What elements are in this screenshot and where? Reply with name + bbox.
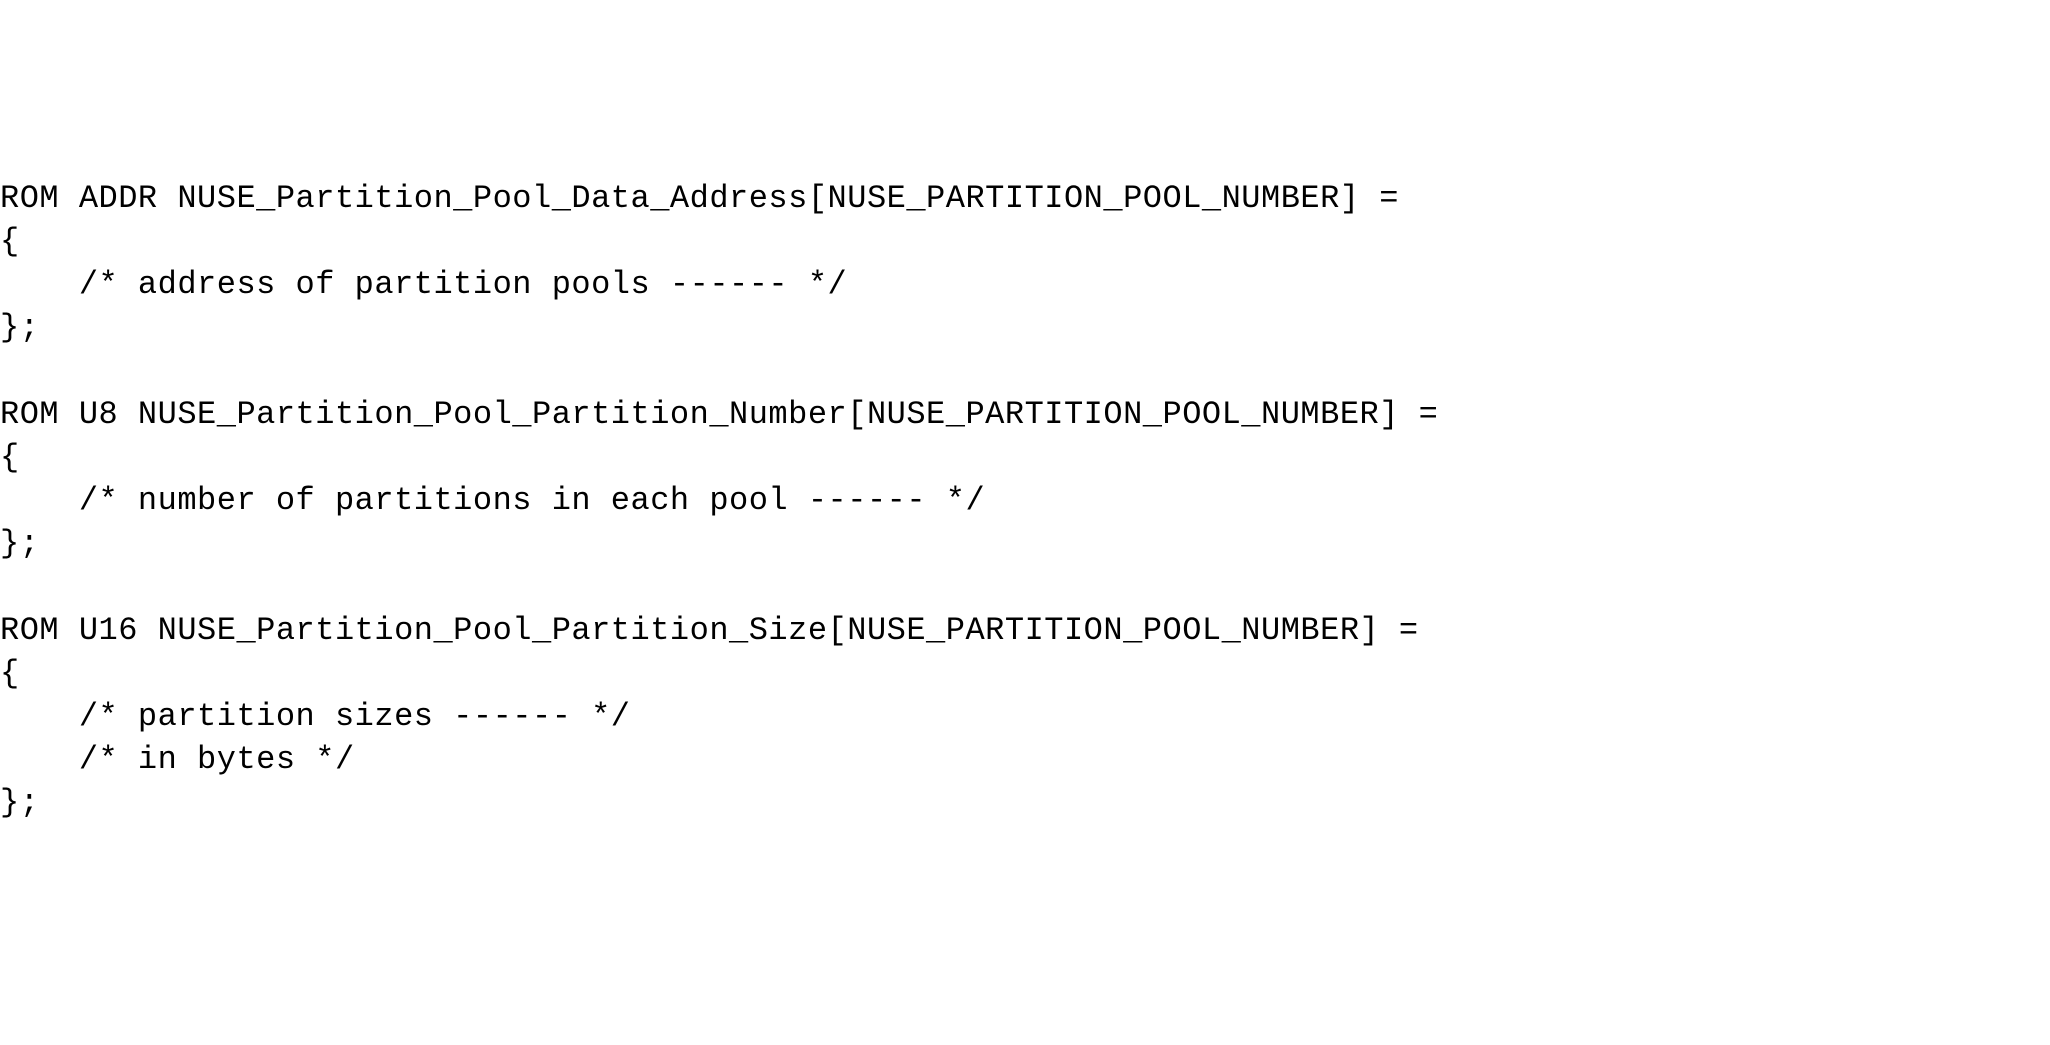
code-line: { — [0, 439, 20, 476]
code-line: /* number of partitions in each pool ---… — [0, 482, 985, 519]
code-block: ROM ADDR NUSE_Partition_Pool_Data_Addres… — [0, 173, 2050, 829]
code-line: /* in bytes */ — [0, 741, 355, 778]
code-line: }; — [0, 784, 39, 821]
code-line: { — [0, 223, 20, 260]
code-line: }; — [0, 525, 39, 562]
code-line: }; — [0, 309, 39, 346]
code-line: ROM U8 NUSE_Partition_Pool_Partition_Num… — [0, 396, 1438, 433]
code-line: /* address of partition pools ------ */ — [0, 266, 847, 303]
code-line: { — [0, 655, 20, 692]
code-line: /* partition sizes ------ */ — [0, 698, 631, 735]
code-line: ROM ADDR NUSE_Partition_Pool_Data_Addres… — [0, 180, 1399, 217]
code-line: ROM U16 NUSE_Partition_Pool_Partition_Si… — [0, 612, 1419, 649]
